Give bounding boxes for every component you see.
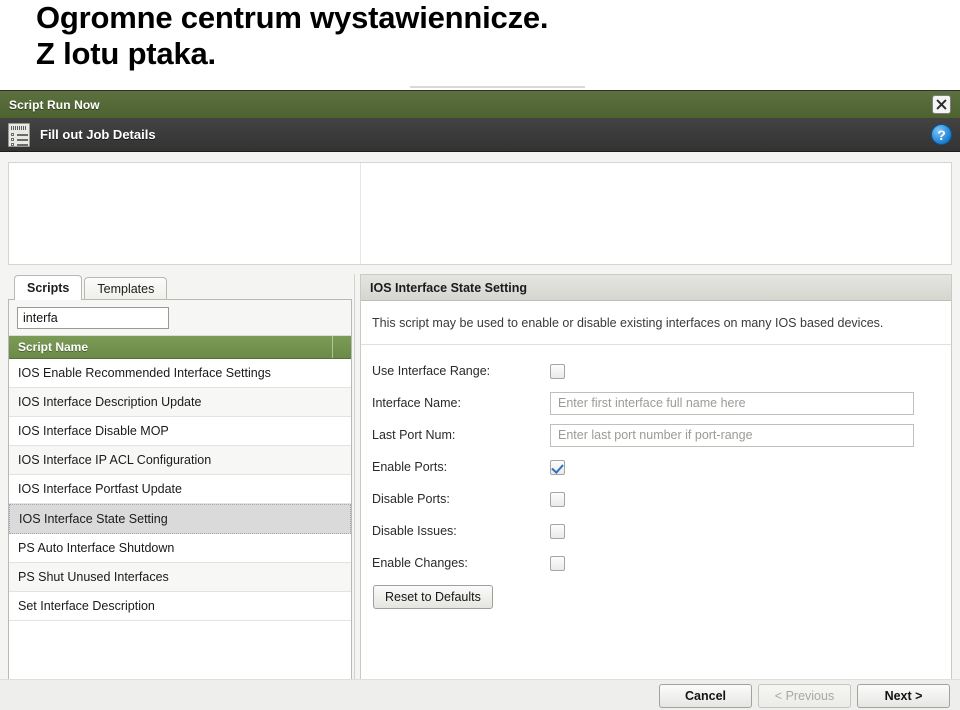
tab-templates[interactable]: Templates [84, 277, 168, 300]
field-label: Enable Ports: [372, 460, 448, 474]
disable-ports-checkbox[interactable] [550, 491, 565, 507]
field-label: Last Port Num: [372, 428, 456, 442]
close-icon [936, 99, 947, 110]
dialog-title: Script Run Now [9, 97, 100, 112]
list-item-label: IOS Enable Recommended Interface Setting… [18, 366, 271, 381]
decorative-line [410, 86, 585, 88]
scripts-pane: Scripts Templates Script Name [8, 274, 352, 702]
field-interface-name: Interface Name: [372, 387, 951, 419]
list-item-label: PS Auto Interface Shutdown [18, 540, 175, 555]
use-interface-range-checkbox[interactable] [550, 363, 565, 379]
list-item[interactable]: IOS Interface Description Update [9, 388, 351, 418]
list-item-selected[interactable]: IOS Interface State Setting [9, 504, 351, 534]
field-disable-issues: Disable Issues: [372, 515, 951, 547]
reset-to-defaults-button[interactable]: Reset to Defaults [373, 585, 493, 609]
page-title-line-1: Ogromne centrum wystawiennicze. [36, 0, 549, 35]
list-item-label: Set Interface Description [18, 598, 155, 613]
pane-splitter[interactable] [353, 274, 359, 702]
page-title-line-2: Z lotu ptaka. [36, 36, 216, 71]
script-description: This script may be used to enable or dis… [361, 301, 951, 345]
list-item[interactable]: IOS Interface Portfast Update [9, 475, 351, 505]
slide-page: Ogromne centrum wystawiennicze. Z lotu p… [0, 0, 960, 710]
script-run-now-dialog: Script Run Now Fill out Job Details ? Sc… [0, 90, 960, 710]
field-label: Disable Issues: [372, 524, 457, 538]
dialog-footer: Cancel < Previous Next > [0, 679, 960, 710]
list-item-label: IOS Interface Description Update [18, 395, 202, 410]
next-button[interactable]: Next > [857, 683, 950, 708]
field-label: Disable Ports: [372, 492, 450, 506]
close-button[interactable] [932, 95, 951, 114]
cancel-button[interactable]: Cancel [659, 683, 752, 708]
script-name-column-header[interactable]: Script Name [9, 336, 351, 359]
tab-templates-label: Templates [97, 282, 155, 296]
field-label: Use Interface Range: [372, 364, 491, 378]
field-disable-ports: Disable Ports: [372, 483, 951, 515]
dialog-body: Scripts Templates Script Name [0, 152, 960, 710]
script-parameters-form: Use Interface Range: Interface Name: Las… [361, 345, 951, 609]
job-details-left-region [9, 163, 361, 264]
script-details-pane: IOS Interface State Setting This script … [360, 274, 952, 702]
dialog-titlebar: Script Run Now [0, 91, 960, 118]
list-item[interactable]: PS Shut Unused Interfaces [9, 562, 351, 592]
list-item-label: IOS Interface Portfast Update [18, 482, 182, 497]
script-name-column-label: Script Name [18, 340, 89, 354]
disable-issues-checkbox[interactable] [550, 523, 565, 539]
list-item[interactable]: IOS Interface Disable MOP [9, 417, 351, 447]
tab-scripts-label: Scripts [27, 281, 70, 295]
field-use-interface-range: Use Interface Range: [372, 355, 951, 387]
list-item[interactable]: IOS Interface IP ACL Configuration [9, 446, 351, 476]
field-label: Interface Name: [372, 396, 461, 410]
script-list-box: Script Name IOS Enable Recommended Inter… [8, 299, 352, 701]
interface-name-input[interactable] [550, 391, 914, 415]
list-item-label: IOS Interface Disable MOP [18, 424, 169, 439]
list-item-label: IOS Interface IP ACL Configuration [18, 453, 212, 468]
page-title: Ogromne centrum wystawiennicze. Z lotu p… [36, 0, 936, 72]
help-icon[interactable]: ? [931, 124, 952, 145]
field-enable-changes: Enable Changes: [372, 547, 951, 579]
enable-ports-checkbox[interactable] [550, 459, 565, 475]
form-checklist-icon [8, 122, 30, 147]
list-item-label: IOS Interface State Setting [19, 512, 168, 527]
last-port-num-input[interactable] [550, 423, 914, 447]
pane-tabs: Scripts Templates [8, 274, 352, 300]
field-last-port-num: Last Port Num: [372, 419, 951, 451]
field-label: Enable Changes: [372, 556, 468, 570]
script-details-title: IOS Interface State Setting [370, 280, 527, 295]
script-list: IOS Enable Recommended Interface Setting… [9, 359, 351, 699]
search-row [9, 300, 351, 336]
list-item[interactable]: PS Auto Interface Shutdown [9, 533, 351, 563]
script-details-header: IOS Interface State Setting [361, 275, 951, 301]
list-item[interactable]: Set Interface Description [9, 591, 351, 621]
tab-scripts[interactable]: Scripts [14, 275, 83, 300]
enable-changes-checkbox[interactable] [550, 555, 565, 571]
previous-button: < Previous [758, 683, 851, 708]
search-input[interactable] [17, 306, 169, 329]
job-details-panel [8, 162, 952, 265]
list-item-label: PS Shut Unused Interfaces [18, 569, 169, 584]
column-divider [332, 336, 333, 358]
dialog-subtitle-bar: Fill out Job Details ? [0, 118, 960, 152]
dialog-subtitle: Fill out Job Details [40, 127, 156, 142]
field-enable-ports: Enable Ports: [372, 451, 951, 483]
list-item[interactable]: IOS Enable Recommended Interface Setting… [9, 359, 351, 389]
